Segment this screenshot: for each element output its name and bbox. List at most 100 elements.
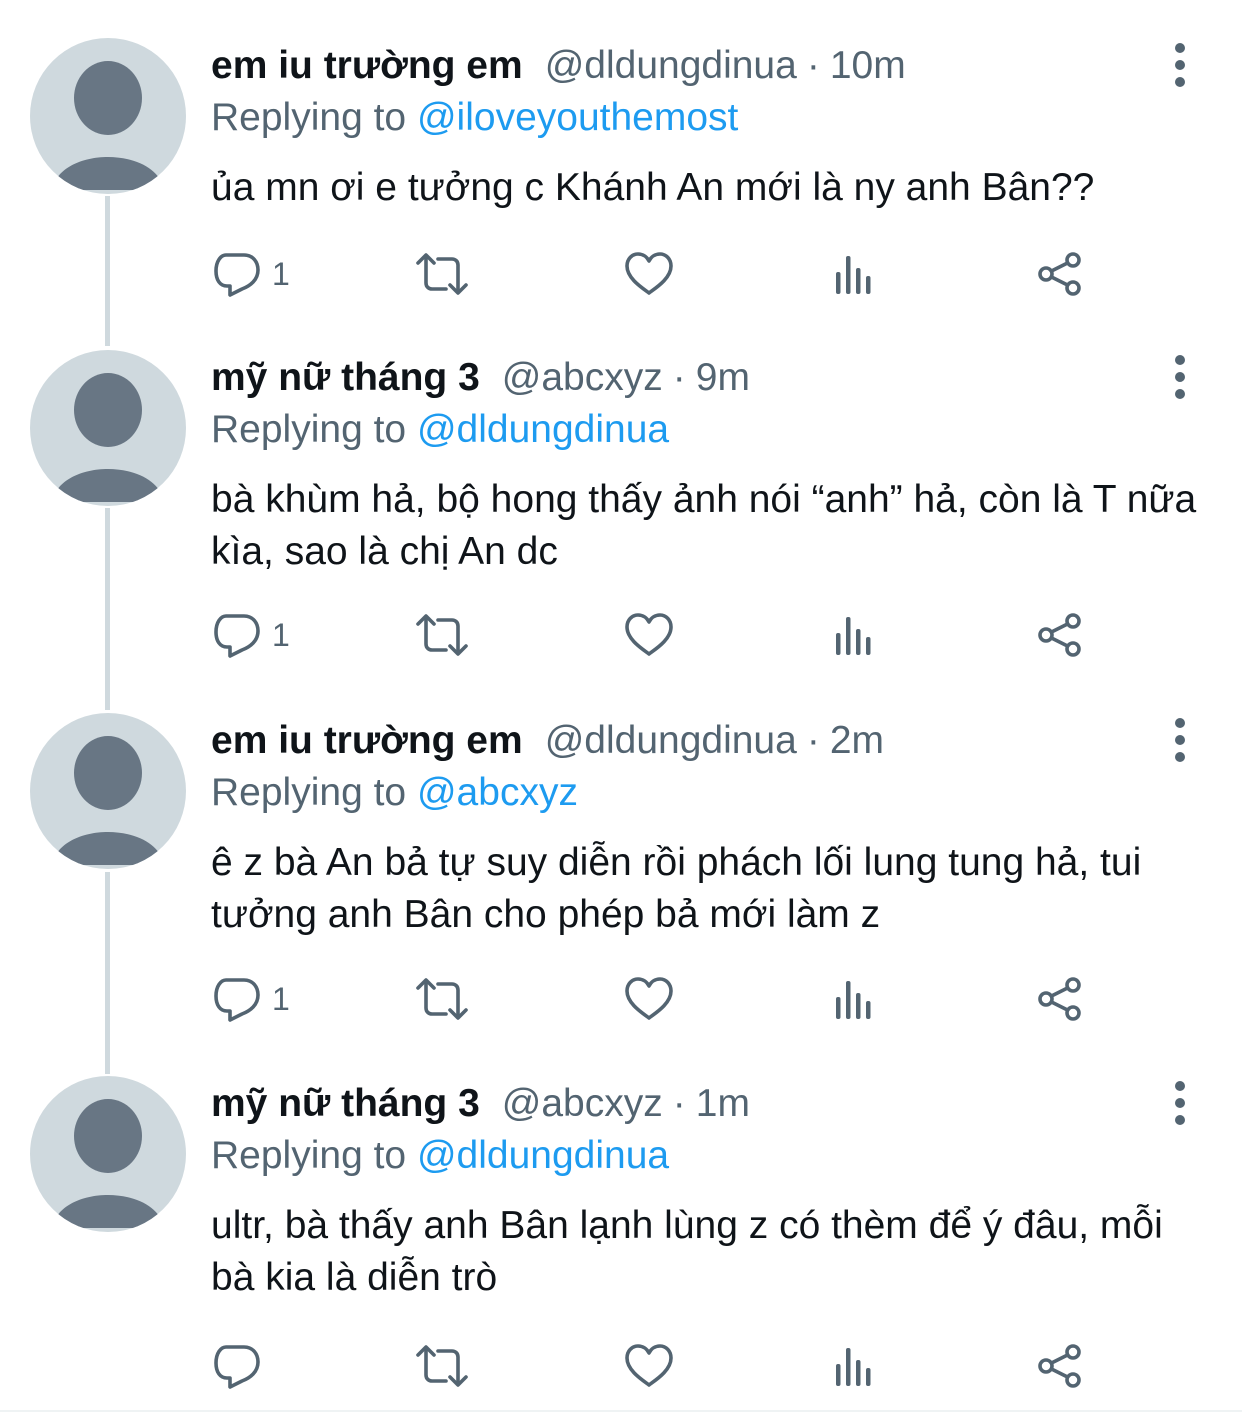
action-bar: 1 xyxy=(0,244,1242,304)
replying-to: Replying to @iloveyouthemost xyxy=(211,92,738,144)
views-button[interactable] xyxy=(832,605,876,665)
user-handle[interactable]: @dldungdinua xyxy=(545,719,797,762)
retweet-button[interactable] xyxy=(414,1336,470,1396)
retweet-button[interactable] xyxy=(414,969,470,1029)
share-button[interactable] xyxy=(1036,969,1084,1029)
reply-button[interactable]: 1 xyxy=(212,244,290,304)
mention-link[interactable]: @iloveyouthemost xyxy=(417,96,738,139)
separator-dot: · xyxy=(672,1082,686,1125)
retweet-icon xyxy=(414,251,470,297)
separator-dot: · xyxy=(672,356,686,399)
tweet-text: bà khùm hả, bộ hong thấy ảnh nói “anh” h… xyxy=(211,478,1197,573)
heart-icon xyxy=(624,612,674,658)
replying-to-label: Replying to xyxy=(211,1134,407,1177)
tweet[interactable]: mỹ nữ tháng 3 @abcxyz · 9m Replying to @dld… xyxy=(0,312,1242,676)
share-button[interactable] xyxy=(1036,605,1084,665)
avatar[interactable] xyxy=(30,1076,186,1232)
action-bar: 1 xyxy=(0,605,1242,665)
mention-link[interactable]: @dldungdinua xyxy=(417,1134,669,1177)
tweet-text: ultr, bà thấy anh Bân lạnh lùng z có thè… xyxy=(211,1204,1163,1299)
replying-to: Replying to @dldungdinua xyxy=(211,1130,669,1182)
mention-link[interactable]: @abcxyz xyxy=(417,771,578,814)
display-name[interactable]: mỹ nữ tháng 3 xyxy=(211,1082,480,1125)
share-icon xyxy=(1036,976,1084,1022)
heart-icon xyxy=(624,251,674,297)
replying-to: Replying to @dldungdinua xyxy=(211,404,669,456)
avatar[interactable] xyxy=(30,38,186,194)
user-handle[interactable]: @abcxyz xyxy=(502,356,663,399)
user-handle[interactable]: @abcxyz xyxy=(502,1082,663,1125)
tweet[interactable]: em iu trường em @dldungdinua · 2m Replying … xyxy=(0,675,1242,1039)
like-button[interactable] xyxy=(624,1336,674,1396)
reply-icon xyxy=(212,974,262,1024)
timestamp[interactable]: 1m xyxy=(696,1082,750,1125)
avatar[interactable] xyxy=(30,713,186,869)
default-avatar-icon xyxy=(30,38,186,194)
share-button[interactable] xyxy=(1036,244,1084,304)
timestamp[interactable]: 9m xyxy=(696,356,750,399)
retweet-icon xyxy=(414,1343,470,1389)
bar-chart-icon xyxy=(832,613,876,657)
tweet-header: mỹ nữ tháng 3 @abcxyz · 1m xyxy=(211,1078,750,1130)
replying-to-label: Replying to xyxy=(211,408,407,451)
tweet-header: em iu trường em @dldungdinua · 2m xyxy=(211,715,884,767)
display-name[interactable]: em iu trường em xyxy=(211,44,523,87)
retweet-icon xyxy=(414,976,470,1022)
more-options-icon[interactable] xyxy=(1166,717,1194,763)
bar-chart-icon xyxy=(832,252,876,296)
reply-icon xyxy=(212,249,262,299)
share-button[interactable] xyxy=(1036,1336,1084,1396)
share-icon xyxy=(1036,1343,1084,1389)
bar-chart-icon xyxy=(832,977,876,1021)
bar-chart-icon xyxy=(832,1344,876,1388)
mention-link[interactable]: @dldungdinua xyxy=(417,408,669,451)
reply-count: 1 xyxy=(272,980,290,1017)
heart-icon xyxy=(624,976,674,1022)
display-name[interactable]: mỹ nữ tháng 3 xyxy=(211,356,480,399)
replying-to-label: Replying to xyxy=(211,771,407,814)
like-button[interactable] xyxy=(624,969,674,1029)
divider xyxy=(0,1410,1242,1412)
tweet-header: em iu trường em @dldungdinua · 10m xyxy=(211,40,906,92)
separator-dot: · xyxy=(806,719,820,762)
views-button[interactable] xyxy=(832,244,876,304)
share-icon xyxy=(1036,251,1084,297)
reply-icon xyxy=(212,610,262,660)
retweet-button[interactable] xyxy=(414,244,470,304)
display-name[interactable]: em iu trường em xyxy=(211,719,523,762)
heart-icon xyxy=(624,1343,674,1389)
reply-button[interactable]: 1 xyxy=(212,605,290,665)
retweet-icon xyxy=(414,612,470,658)
more-options-icon[interactable] xyxy=(1166,42,1194,88)
tweet[interactable]: em iu trường em @dldungdinua · 10m Replying… xyxy=(0,0,1242,330)
default-avatar-icon xyxy=(30,1076,186,1232)
retweet-button[interactable] xyxy=(414,605,470,665)
tweet-text: ê z bà An bả tự suy diễn rồi phách lối l… xyxy=(211,841,1142,936)
timestamp[interactable]: 2m xyxy=(830,719,884,762)
reply-button[interactable] xyxy=(212,1336,272,1396)
default-avatar-icon xyxy=(30,350,186,506)
replying-to: Replying to @abcxyz xyxy=(211,767,578,819)
like-button[interactable] xyxy=(624,605,674,665)
avatar[interactable] xyxy=(30,350,186,506)
timestamp[interactable]: 10m xyxy=(830,44,906,87)
reply-count: 1 xyxy=(272,616,290,653)
separator-dot: · xyxy=(806,44,820,87)
like-button[interactable] xyxy=(624,244,674,304)
action-bar xyxy=(0,1336,1242,1396)
tweet-header: mỹ nữ tháng 3 @abcxyz · 9m xyxy=(211,352,750,404)
more-options-icon[interactable] xyxy=(1166,1080,1194,1126)
user-handle[interactable]: @dldungdinua xyxy=(545,44,797,87)
views-button[interactable] xyxy=(832,1336,876,1396)
default-avatar-icon xyxy=(30,713,186,869)
tweet[interactable]: mỹ nữ tháng 3 @abcxyz · 1m Replying to @dld… xyxy=(0,1038,1242,1410)
share-icon xyxy=(1036,612,1084,658)
more-options-icon[interactable] xyxy=(1166,354,1194,400)
replying-to-label: Replying to xyxy=(211,96,407,139)
reply-count: 1 xyxy=(272,255,290,292)
reply-button[interactable]: 1 xyxy=(212,969,290,1029)
tweet-text: ủa mn ơi e tưởng c Khánh An mới là ny an… xyxy=(211,166,1095,209)
views-button[interactable] xyxy=(832,969,876,1029)
action-bar: 1 xyxy=(0,969,1242,1029)
reply-icon xyxy=(212,1341,262,1391)
